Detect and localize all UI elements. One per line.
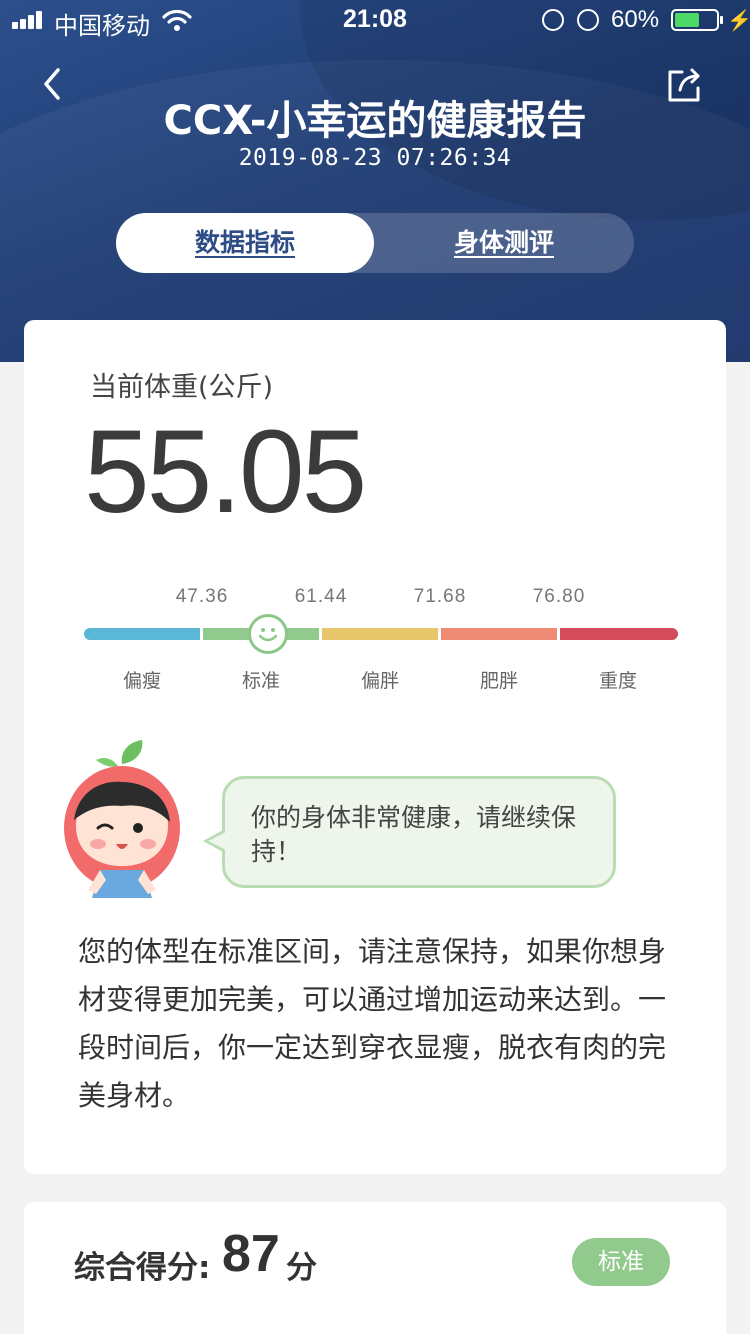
health-description: 您的体型在标准区间，请注意保持，如果你想身材变得更加完美，可以通过增加运动来达到… — [78, 935, 667, 1112]
threshold-label: 47.36 — [175, 586, 229, 607]
tab-data-metrics[interactable]: 数据指标 — [116, 213, 374, 273]
scale-segment-underweight — [84, 628, 200, 640]
threshold-label: 71.68 — [413, 586, 467, 607]
charging-icon: ⚡ — [727, 10, 750, 32]
mascot-illustration — [64, 740, 180, 898]
scale-segment-obese — [441, 628, 557, 640]
status-bar: 中国移动 21:08 60% ⚡ — [0, 0, 750, 40]
scale-segment-severe — [560, 628, 678, 640]
battery-percent: 60% — [611, 6, 660, 33]
header-background — [0, 0, 750, 362]
weight-card: 当前体重(公斤) 55.05 47.36 61.44 71.68 76.80 偏… — [24, 320, 726, 1174]
report-datetime: 2019-08-23 07:26:34 — [238, 145, 512, 171]
scale-category-label: 偏胖 — [360, 670, 399, 692]
threshold-label: 61.44 — [294, 586, 348, 607]
scale-category-label: 重度 — [598, 670, 637, 692]
scale-category-label: 肥胖 — [479, 670, 518, 692]
score-unit: 分 — [286, 1250, 317, 1286]
alarm-icon — [577, 9, 599, 31]
scale-category-label: 标准 — [241, 670, 280, 692]
tab-body-assessment[interactable]: 身体测评 — [374, 213, 634, 273]
score-status-badge: 标准 — [572, 1238, 670, 1286]
score-label: 综合得分: — [74, 1250, 211, 1286]
weight-value: 55.05 — [84, 406, 367, 538]
score-card: 综合得分: 87 分 标准 — [24, 1202, 726, 1334]
threshold-label: 76.80 — [532, 586, 586, 607]
orientation-lock-icon — [542, 9, 564, 31]
tab-bar: 数据指标 身体测评 — [116, 213, 634, 273]
smiley-indicator-icon — [248, 614, 288, 654]
speech-bubble: 你的身体非常健康，请继续保持！ — [203, 776, 616, 888]
page-title: CCX-小幸运的健康报告 — [163, 98, 587, 144]
battery-icon — [671, 9, 723, 31]
score-value: 87 — [222, 1225, 280, 1283]
scale-segment-overweight — [322, 628, 438, 640]
scale-category-label: 偏瘦 — [122, 670, 161, 692]
weight-label: 当前体重(公斤) — [90, 372, 274, 403]
bubble-text: 你的身体非常健康，请继续保持！ — [251, 803, 577, 866]
